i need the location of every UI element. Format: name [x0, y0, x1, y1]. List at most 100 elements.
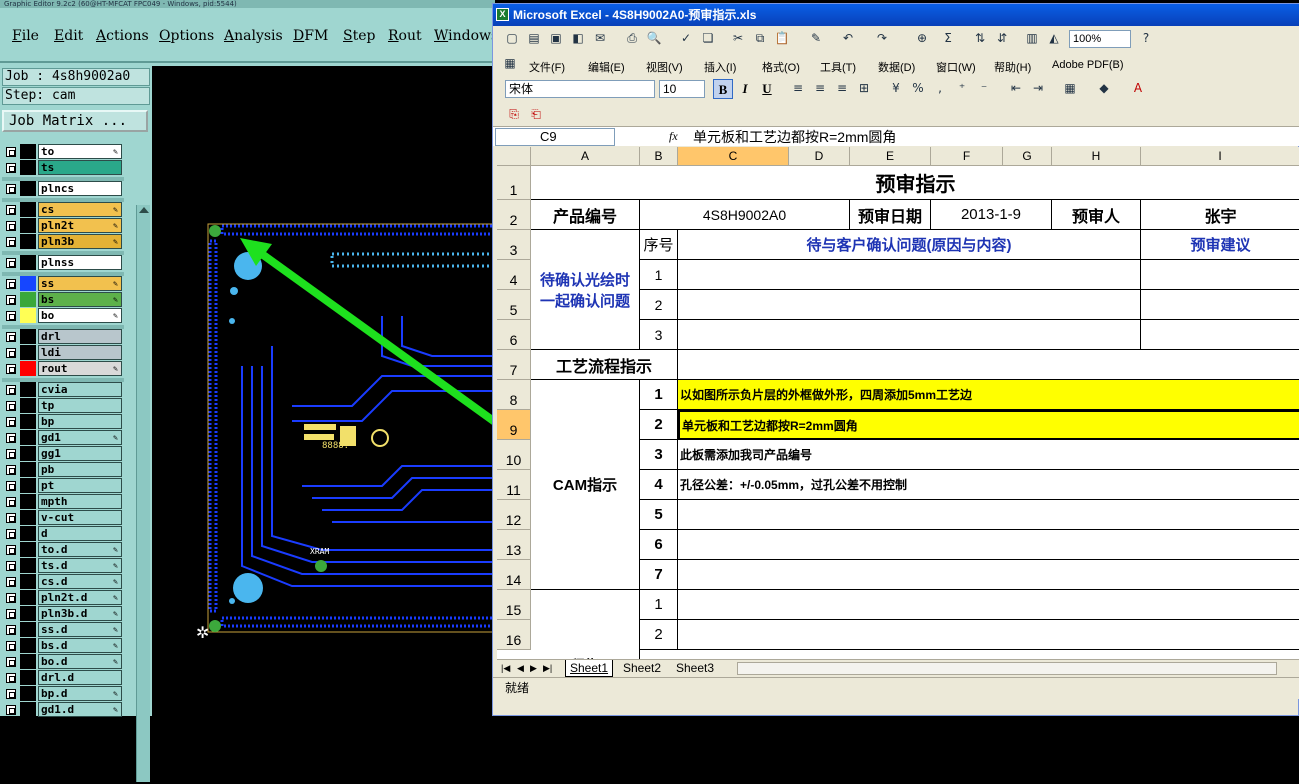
layer-row-plncs[interactable]: plncs [2, 181, 124, 196]
sheet-nav-last-icon[interactable]: ▶| [543, 660, 552, 677]
layer-row-gd1[interactable]: gd1 ✎ [2, 430, 124, 445]
layer-color-swatch[interactable] [20, 160, 36, 175]
xmenu-edit[interactable]: 编辑(E) [588, 59, 625, 75]
layer-row-bs-d[interactable]: bs.d ✎ [2, 638, 124, 653]
layer-color-swatch[interactable] [20, 526, 36, 541]
xmenu-adobe-pdf[interactable]: Adobe PDF(B) [1052, 59, 1124, 71]
row-header-9[interactable]: 9 [497, 410, 531, 440]
hyperlink-icon[interactable]: ⊕ [913, 29, 931, 47]
layer-row-ts-d[interactable]: ts.d ✎ [2, 558, 124, 573]
cell-cam-label[interactable]: CAM指示 [531, 380, 640, 590]
layer-color-swatch[interactable] [20, 276, 36, 291]
col-header-d[interactable]: D [789, 147, 850, 166]
cell-cam-3[interactable]: 3 [640, 440, 678, 470]
cell-cam-item-4[interactable]: 孔径公差：+/-0.05mm，过孔公差不用控制 [678, 470, 1299, 500]
layer-row-ts[interactable]: ts [2, 160, 124, 175]
layer-row-ldi[interactable]: ldi [2, 345, 124, 360]
layer-checkbox[interactable] [6, 449, 16, 459]
layer-checkbox[interactable] [6, 561, 16, 571]
layer-name[interactable]: bp.d ✎ [38, 686, 122, 701]
font-size-select[interactable]: 10 [659, 80, 705, 98]
layer-checkbox[interactable] [6, 593, 16, 603]
research-icon[interactable]: ❏ [699, 29, 717, 47]
cell-eng-1[interactable]: 1 [640, 590, 678, 620]
cell-pending-1[interactable]: 1 [640, 260, 678, 290]
cell-pending-1-issue[interactable] [678, 260, 1141, 290]
layer-name[interactable]: gd1.d ✎ [38, 702, 122, 717]
cell-cam-item-1[interactable]: 以如图所示负片层的外框做外形，四周添加5mm工艺边 [678, 380, 1299, 410]
cell-eng-item-1[interactable] [678, 590, 1299, 620]
layer-checkbox[interactable] [6, 258, 16, 268]
row-header-11[interactable]: 11 [497, 470, 531, 500]
layer-name[interactable]: plncs [38, 181, 122, 196]
help-icon[interactable]: ? [1137, 29, 1155, 47]
pdf-email-icon[interactable]: ⎗ [527, 105, 545, 123]
redo-icon[interactable]: ↷ [873, 29, 891, 47]
layer-name[interactable]: cs ✎ [38, 202, 122, 217]
col-header-f[interactable]: F [931, 147, 1003, 166]
cell-cam-item-6[interactable] [678, 530, 1299, 560]
layer-checkbox[interactable] [6, 417, 16, 427]
row-header-14[interactable]: 14 [497, 560, 531, 590]
layer-row-ss-d[interactable]: ss.d ✎ [2, 622, 124, 637]
percent-icon[interactable]: % [909, 79, 927, 97]
layer-row-pln3b-d[interactable]: pln3b.d ✎ [2, 606, 124, 621]
new-icon[interactable]: ▢ [503, 29, 521, 47]
sheet-nav-prev-icon[interactable]: ◀ [517, 660, 524, 677]
layer-color-swatch[interactable] [20, 686, 36, 701]
layer-row-pt[interactable]: pt [2, 478, 124, 493]
layer-row-bo-d[interactable]: bo.d ✎ [2, 654, 124, 669]
layer-checkbox[interactable] [6, 348, 16, 358]
document-menu-icon[interactable]: ▦ [501, 54, 519, 72]
layer-checkbox[interactable] [6, 673, 16, 683]
layer-name[interactable]: drl [38, 329, 122, 344]
layer-name[interactable]: ts [38, 160, 122, 175]
autosum-icon[interactable]: Σ [939, 29, 957, 47]
layer-color-swatch[interactable] [20, 361, 36, 376]
print-icon[interactable]: ⎙ [623, 29, 641, 47]
layer-color-swatch[interactable] [20, 670, 36, 685]
layer-checkbox[interactable] [6, 221, 16, 231]
layer-name[interactable]: bo ✎ [38, 308, 122, 323]
col-header-b[interactable]: B [640, 147, 678, 166]
layer-checkbox[interactable] [6, 311, 16, 321]
layer-checkbox[interactable] [6, 332, 16, 342]
layer-checkbox[interactable] [6, 279, 16, 289]
layer-row-plnss[interactable]: plnss [2, 255, 124, 270]
layer-name[interactable]: pln3b ✎ [38, 234, 122, 249]
scroll-up-icon[interactable] [139, 207, 149, 213]
menu-file[interactable]: File [12, 28, 39, 44]
row-header-2[interactable]: 2 [497, 200, 531, 230]
cell-cam-1[interactable]: 1 [640, 380, 678, 410]
layer-name[interactable]: rout ✎ [38, 361, 122, 376]
xmenu-insert[interactable]: 插入(I) [704, 59, 736, 75]
layer-checkbox[interactable] [6, 205, 16, 215]
borders-icon[interactable]: ▦ [1061, 79, 1079, 97]
font-name-select[interactable]: 宋体 [505, 80, 655, 98]
cell-cam-item-5[interactable] [678, 500, 1299, 530]
layer-checkbox[interactable] [6, 237, 16, 247]
permission-icon[interactable]: ◧ [569, 29, 587, 47]
menu-windows[interactable]: Windows [434, 28, 498, 44]
row-header-10[interactable]: 10 [497, 440, 531, 470]
sheet-nav-first-icon[interactable]: |◀ [501, 660, 510, 677]
menu-analysis[interactable]: Analysis [224, 28, 283, 44]
layer-checkbox[interactable] [6, 147, 16, 157]
sheet-tab-1[interactable]: Sheet1 [565, 660, 614, 677]
decrease-decimal-icon[interactable]: ⁻ [975, 79, 993, 97]
layer-color-swatch[interactable] [20, 292, 36, 307]
cell-seq-label[interactable]: 序号 [640, 230, 678, 260]
layer-row-d[interactable]: d [2, 526, 124, 541]
open-icon[interactable]: ▤ [525, 29, 543, 47]
layer-color-swatch[interactable] [20, 202, 36, 217]
layer-color-swatch[interactable] [20, 181, 36, 196]
layer-scrollbar[interactable] [136, 205, 150, 782]
layer-row-pln3b[interactable]: pln3b ✎ [2, 234, 124, 249]
layer-row-cvia[interactable]: cvia [2, 382, 124, 397]
layer-row-pln2t-d[interactable]: pln2t.d ✎ [2, 590, 124, 605]
cell-engineering-label[interactable]: 工程指示 [531, 590, 640, 659]
col-header-i[interactable]: I [1141, 147, 1299, 166]
align-left-icon[interactable]: ≡ [789, 79, 807, 97]
cell-cam-item-2-selected[interactable]: 单元板和工艺边都按R=2mm圆角 [678, 410, 1299, 440]
layer-color-swatch[interactable] [20, 558, 36, 573]
